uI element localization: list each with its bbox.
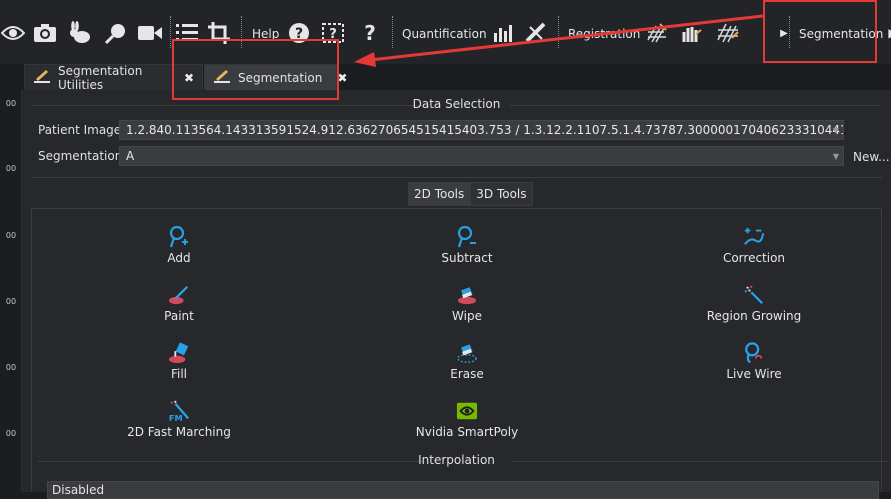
ruler-label: 00 [5,231,17,240]
tool-correction[interactable]: Correction [694,225,814,265]
add-brush-icon [168,225,190,249]
tab-segmentation[interactable]: Segmentation ✖ [204,64,347,90]
list-icon[interactable] [174,20,200,46]
new-segmentation-button[interactable]: New... [853,150,890,164]
interpolation-title: Interpolation [418,453,495,467]
segmentation-panel: Data Selection Patient Image 1.2.840.113… [22,90,891,499]
patient-image-label: Patient Image [38,123,122,137]
expand-arrow-icon[interactable]: ▶ [771,20,797,46]
tool-paint[interactable]: Paint [119,283,239,323]
close-icon[interactable]: ✖ [184,71,194,85]
left-ruler: 00 00 00 00 00 00 [0,90,22,492]
more-arrow-icon[interactable]: ▶ [880,20,891,46]
ruler-label: 00 [5,99,17,108]
tool-add[interactable]: Add [119,225,239,265]
wipe-icon [456,283,478,307]
interpolation-select[interactable]: Disabled [47,481,879,499]
camera-icon[interactable] [32,20,58,46]
magnifier-icon[interactable] [103,20,129,46]
tool-label: Nvidia SmartPoly [415,425,519,439]
ruler-label: 00 [5,297,17,306]
tab-segmentation-utilities[interactable]: Segmentation Utilities ✖ [24,63,203,92]
tool-label: Region Growing [706,309,802,323]
mode-tabs: 2D Tools 3D Tools [408,182,533,206]
tool-live-wire[interactable]: Live Wire [694,341,814,381]
tab-label: Segmentation [238,70,323,85]
rabbit-icon[interactable] [67,20,93,46]
live-wire-icon [743,341,765,365]
tool-label: Erase [450,367,484,381]
patient-image-select[interactable]: 1.2.840.113564.143313591524.912.63627065… [119,120,844,140]
help-label[interactable]: Help [252,27,279,41]
ruler-label: 00 [5,164,17,173]
ruler-label: 00 [5,363,17,372]
tool-wipe[interactable]: Wipe [407,283,527,323]
brush-tab-icon [33,68,51,87]
fast-marching-icon: FM [168,399,190,423]
tool-label: Wipe [452,309,482,323]
tool-label: Correction [722,251,786,265]
paint-icon [168,283,190,307]
crop-icon[interactable] [206,20,232,46]
brush-tab-icon [213,68,231,87]
tool-subtract[interactable]: Subtract [407,225,527,265]
region-growing-icon [743,283,765,307]
tool-label: Subtract [441,251,493,265]
erase-icon [456,341,478,365]
svg-text:?: ? [329,27,337,42]
tool-label: Paint [164,309,194,323]
tool-region-growing[interactable]: Region Growing [694,283,814,323]
chevron-down-icon: ▼ [832,152,839,161]
tool-label: Add [167,251,191,265]
annotation-arrow [354,14,764,67]
help-circle-icon[interactable]: ? [286,20,312,46]
svg-text:FM: FM [169,413,183,423]
svg-text:?: ? [295,26,303,42]
correction-icon [743,225,765,249]
tool-label: Live Wire [726,367,782,381]
tool-2d-fast-marching[interactable]: FM 2D Fast Marching [119,399,239,439]
nvidia-icon [456,399,478,423]
tool-label: Fill [170,367,188,381]
close-icon[interactable]: ✖ [337,71,347,85]
segmentation-label[interactable]: Segmentation [799,27,883,41]
segmentation-label: Segmentation [38,149,123,163]
tool-nvidia-smartpoly[interactable]: Nvidia SmartPoly [407,399,527,439]
tab-2d-tools[interactable]: 2D Tools [408,182,471,206]
tab-3d-tools[interactable]: 3D Tools [470,182,533,206]
ruler-label: 00 [5,429,17,438]
tool-label: 2D Fast Marching [127,425,231,439]
tools-grid: Add Subtract Correction Paint Wipe Regio… [31,208,882,492]
tool-fill[interactable]: Fill [119,341,239,381]
video-camera-icon[interactable] [137,20,163,46]
segmentation-select[interactable]: A ▼ [119,146,844,166]
subtract-brush-icon [456,225,478,249]
data-selection-title: Data Selection [412,97,501,111]
chevron-down-icon: ▼ [832,126,839,135]
fill-icon [168,341,190,365]
tab-label: Segmentation Utilities [58,63,143,92]
tool-erase[interactable]: Erase [407,341,527,381]
eye-icon[interactable] [0,20,26,46]
